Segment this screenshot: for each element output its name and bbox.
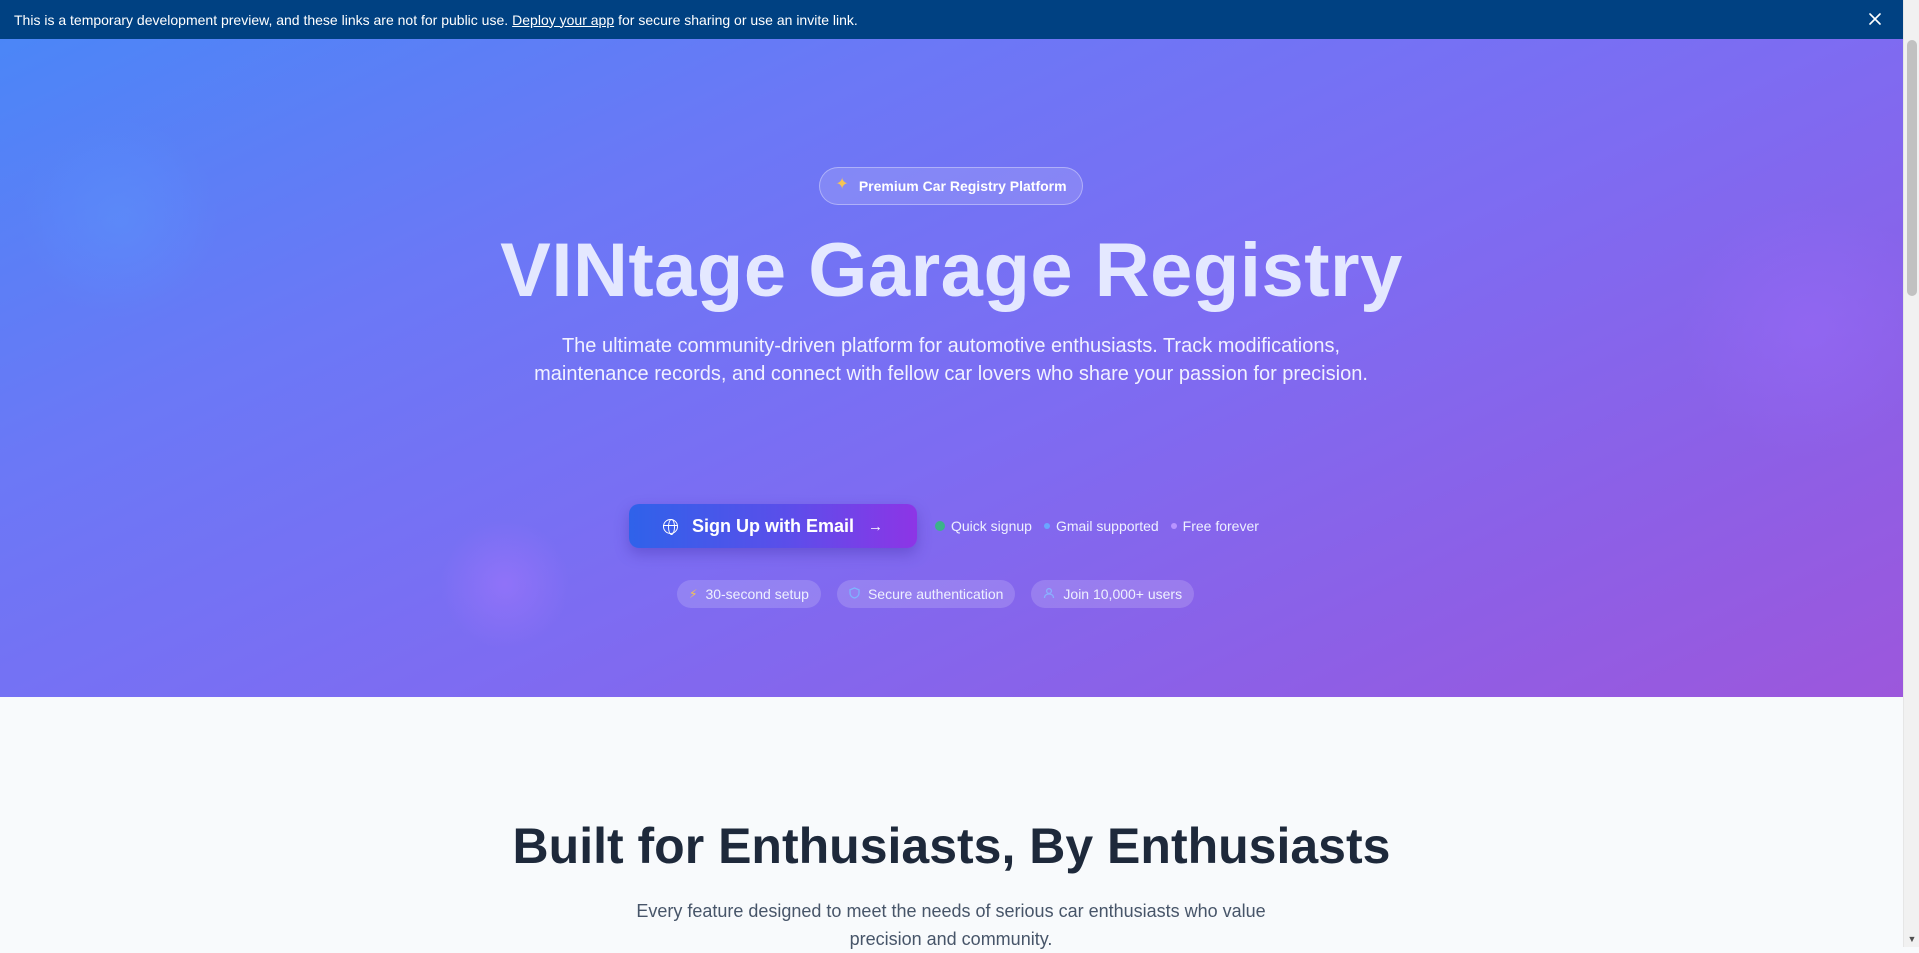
benefit-item: Free forever [1170, 518, 1259, 534]
feature-chips: ⚡ 30-second setup Secure authentication … [677, 580, 1195, 608]
benefit-item: Quick signup [935, 518, 1032, 534]
deploy-app-link[interactable]: Deploy your app [512, 12, 614, 28]
signup-benefits: Quick signup Gmail supported Free foreve… [935, 518, 1259, 534]
status-dot-icon [935, 521, 945, 531]
status-dot-icon [1043, 523, 1050, 529]
banner-text: This is a temporary development preview,… [14, 11, 509, 28]
chip-secure: Secure authentication [836, 580, 1016, 608]
chip-label: Join 10,000+ users [1063, 586, 1183, 602]
cta-row: Sign Up with Email → Quick signup Gmail … [629, 504, 1259, 548]
chevron-down-icon[interactable]: ▼ [1904, 931, 1919, 947]
hero-title: VINtage Garage Registry [500, 228, 1403, 313]
lightning-icon: ⚡ [689, 587, 698, 601]
chip-label: Secure authentication [867, 586, 1004, 602]
dev-preview-banner: This is a temporary development preview,… [0, 0, 1903, 39]
scrollbar-thumb[interactable] [1907, 40, 1917, 296]
benefit-label: Free forever [1182, 518, 1259, 534]
chip-setup: ⚡ 30-second setup [677, 580, 821, 608]
features-title: Built for Enthusiasts, By Enthusiasts [512, 818, 1391, 874]
banner-text-after: for secure sharing or use an invite link… [618, 11, 858, 28]
chip-users: Join 10,000+ users [1031, 580, 1195, 608]
platform-badge-label: Premium Car Registry Platform [858, 178, 1067, 194]
arrow-right-icon: → [868, 517, 883, 535]
globe-icon [662, 518, 678, 535]
close-icon[interactable] [1863, 7, 1887, 31]
page-scrollbar[interactable]: ▼ [1903, 0, 1919, 947]
benefit-label: Gmail supported [1055, 518, 1159, 534]
status-dot-icon [1170, 523, 1177, 529]
hero-section: ✦ Premium Car Registry Platform VINtage … [0, 39, 1903, 697]
shield-icon [849, 586, 860, 602]
benefit-item: Gmail supported [1043, 518, 1159, 534]
decorative-glow [440, 519, 570, 649]
platform-badge: ✦ Premium Car Registry Platform [819, 167, 1083, 205]
benefit-label: Quick signup [951, 518, 1032, 534]
users-icon [1043, 587, 1055, 602]
features-subtitle: Every feature designed to meet the needs… [636, 901, 1266, 949]
sign-up-email-button[interactable]: Sign Up with Email → [629, 504, 917, 548]
hero-subtitle: The ultimate community-driven platform f… [534, 335, 1368, 385]
chip-label: 30-second setup [705, 586, 809, 602]
sparkles-icon: ✦ [835, 176, 849, 193]
sign-up-email-label: Sign Up with Email [691, 515, 854, 536]
